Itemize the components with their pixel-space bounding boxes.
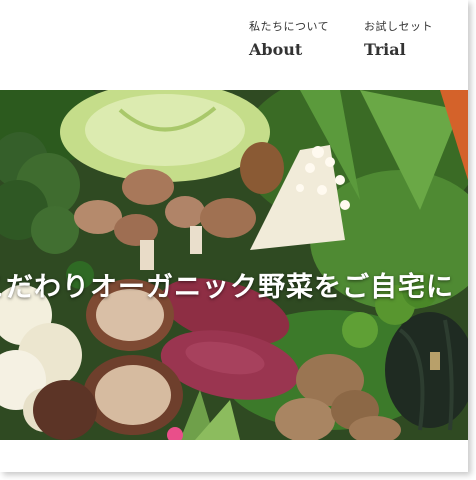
nav-item-trial[interactable]: お試しセット Trial — [364, 18, 433, 59]
hero-banner: こだわりオーガニック野菜をご自宅に — [0, 90, 468, 440]
nav-item-about[interactable]: 私たちについて About — [249, 18, 329, 59]
page: 私たちについて About お試しセット Trial こだわりオーガニック野菜を… — [0, 0, 468, 472]
hero-tagline: こだわりオーガニック野菜をご自宅に — [0, 272, 454, 304]
nav-item-trial-en-label: Trial — [364, 40, 406, 59]
nav-item-about-en-label: About — [249, 40, 303, 59]
nav-item-about-jp-label: 私たちについて — [249, 20, 330, 33]
page-bottom-margin — [0, 440, 468, 472]
top-nav: 私たちについて About お試しセット Trial — [0, 18, 468, 78]
nav-item-trial-jp-label: お試しセット — [364, 20, 433, 33]
